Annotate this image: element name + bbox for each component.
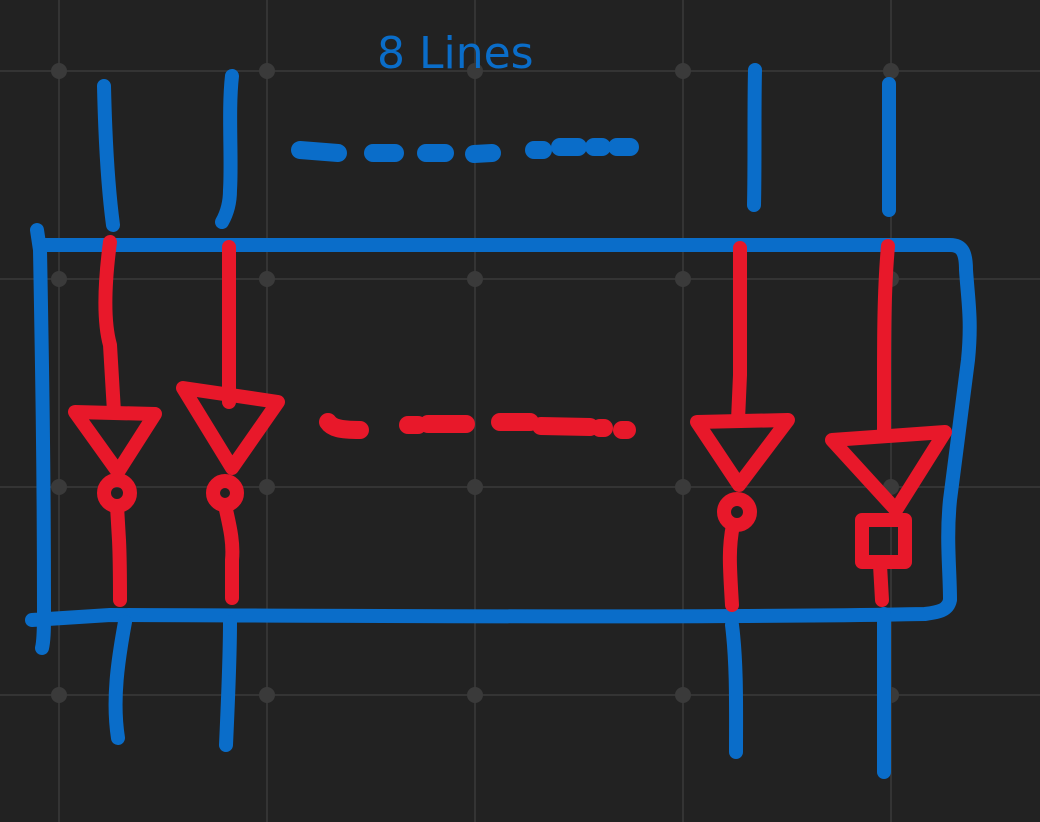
input-line-2 xyxy=(215,69,239,229)
grid-dot xyxy=(259,479,275,495)
grid-dot xyxy=(883,63,899,79)
grid-dot xyxy=(51,271,67,287)
grid-dot xyxy=(259,63,275,79)
grid-dot xyxy=(467,271,483,287)
inverter-1 xyxy=(68,235,162,607)
grid-dot xyxy=(467,687,483,703)
whiteboard-canvas: 8 Lines xyxy=(0,0,1040,822)
grid-dot xyxy=(675,479,691,495)
bus-line-icon xyxy=(108,607,892,779)
inverter-8 xyxy=(825,239,952,607)
grid-dot xyxy=(51,63,67,79)
output-line-2 xyxy=(219,615,237,752)
grid-dot xyxy=(51,479,67,495)
ellipsis-dashes-icon xyxy=(291,138,639,163)
grid-dot xyxy=(675,687,691,703)
inverter-2 xyxy=(176,240,285,605)
ellipsis-dashes-icon xyxy=(319,413,636,439)
grid-dot xyxy=(51,687,67,703)
grid-dot xyxy=(259,271,275,287)
diagram-drawing: 8 Lines xyxy=(0,0,1040,822)
output-line-1 xyxy=(108,615,132,745)
grid-dot xyxy=(259,687,275,703)
grid-dot xyxy=(467,479,483,495)
inverter-7 xyxy=(690,241,795,612)
diagram-label: 8 Lines xyxy=(377,28,534,79)
output-line-7 xyxy=(725,618,744,759)
input-line-7 xyxy=(747,63,762,212)
grid-dot xyxy=(675,271,691,287)
input-line-1 xyxy=(97,79,120,232)
grid-dot xyxy=(675,63,691,79)
